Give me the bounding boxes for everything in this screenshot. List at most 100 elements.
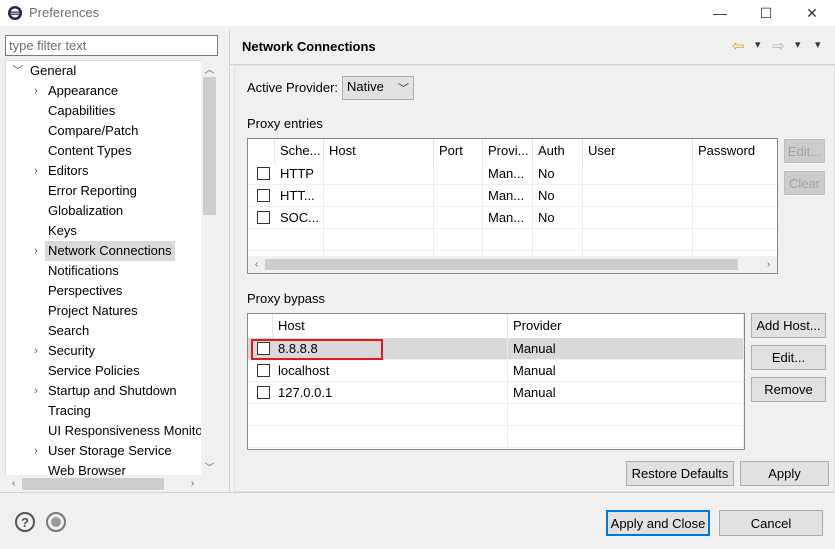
- tree-item-label: Error Reporting: [48, 183, 137, 198]
- scroll-left-icon[interactable]: ‹: [248, 256, 265, 273]
- tree-item[interactable]: UI Responsiveness Monito: [6, 421, 203, 441]
- table-cell: Man...: [483, 163, 533, 185]
- tree-item[interactable]: Globalization: [6, 201, 202, 221]
- view-menu-icon[interactable]: ▾: [815, 38, 821, 51]
- help-icon[interactable]: ?: [15, 512, 35, 532]
- add-host-button[interactable]: Add Host...: [751, 313, 826, 338]
- tree-item[interactable]: ﹀ General: [6, 61, 202, 81]
- remove-button[interactable]: Remove: [751, 377, 826, 402]
- entries-horizontal-scrollbar[interactable]: ‹ ›: [248, 256, 777, 273]
- expand-arrow-icon[interactable]: ›: [30, 441, 42, 461]
- filter-input[interactable]: [5, 35, 218, 56]
- back-icon[interactable]: ⇦: [732, 37, 745, 55]
- tree-item[interactable]: › Editors: [6, 161, 202, 181]
- tree-item-label: User Storage Service: [48, 443, 172, 458]
- scroll-right-icon[interactable]: ›: [184, 475, 201, 492]
- table-row[interactable]: SOC... Man... No: [248, 207, 777, 229]
- empty-row: [248, 404, 744, 426]
- column-header[interactable]: Sche...: [275, 139, 324, 163]
- proxy-bypass-table[interactable]: Host Provider 8.8.8.8 Manual localhost Manual…: [247, 313, 745, 450]
- entries-scroll-thumb[interactable]: [265, 259, 738, 270]
- scroll-up-icon[interactable]: ︿: [201, 60, 218, 77]
- tree-item-label: UI Responsiveness Monito: [48, 423, 203, 438]
- row-checkbox[interactable]: [257, 167, 270, 180]
- scroll-left-icon[interactable]: ‹: [5, 475, 22, 492]
- close-button[interactable]: ✕: [789, 0, 835, 26]
- cancel-button[interactable]: Cancel: [719, 510, 823, 536]
- empty-cell: [275, 229, 324, 251]
- preferences-tree[interactable]: ﹀ General › Appearance Capabilities Compare/P…: [5, 60, 218, 492]
- table-cell: [434, 185, 483, 207]
- empty-cell: [434, 229, 483, 251]
- tree-item[interactable]: Keys: [6, 221, 202, 241]
- column-header[interactable]: Provider: [508, 314, 744, 338]
- expand-arrow-icon[interactable]: ›: [30, 81, 42, 101]
- table-row[interactable]: HTTP Man... No: [248, 163, 777, 185]
- row-checkbox[interactable]: [257, 211, 270, 224]
- expand-arrow-icon[interactable]: ›: [30, 161, 42, 181]
- tree-item-label: Editors: [48, 163, 89, 178]
- proxy-entries-table[interactable]: Sche... Host Port Provi... Auth User Password H…: [247, 138, 778, 274]
- forward-icon[interactable]: ⇨: [772, 37, 785, 55]
- scroll-right-icon[interactable]: ›: [760, 256, 777, 273]
- tree-vertical-scroll-thumb[interactable]: [203, 77, 216, 215]
- column-header-checkbox[interactable]: [248, 314, 273, 338]
- entries-clear-button[interactable]: Clear: [784, 171, 825, 195]
- expand-arrow-icon[interactable]: ›: [30, 381, 42, 401]
- eclipse-app-icon: [7, 5, 23, 21]
- tree-item[interactable]: › Appearance: [6, 81, 202, 101]
- column-header[interactable]: Password: [693, 139, 777, 163]
- empty-row: [248, 426, 744, 448]
- tree-item[interactable]: Capabilities: [6, 101, 202, 121]
- row-checkbox[interactable]: [257, 364, 270, 377]
- record-macro-icon[interactable]: [46, 512, 66, 532]
- table-row[interactable]: 127.0.0.1 Manual: [248, 382, 744, 404]
- forward-dropdown-icon[interactable]: ▾: [795, 38, 801, 51]
- apply-and-close-button[interactable]: Apply and Close: [606, 510, 710, 536]
- column-header[interactable]: Host: [324, 139, 434, 163]
- minimize-button[interactable]: —: [697, 0, 743, 26]
- tree-item[interactable]: › Security: [6, 341, 202, 361]
- column-header[interactable]: Host: [273, 314, 508, 338]
- table-row[interactable]: localhost Manual: [248, 360, 744, 382]
- tree-horizontal-scroll-thumb[interactable]: [22, 478, 164, 490]
- row-checkbox[interactable]: [257, 386, 270, 399]
- tree-item[interactable]: › Network Connections: [6, 241, 202, 261]
- empty-cell: [693, 229, 777, 251]
- expand-arrow-icon[interactable]: ›: [30, 241, 42, 261]
- tree-item[interactable]: Service Policies: [6, 361, 202, 381]
- tree-item-label: Keys: [48, 223, 77, 238]
- tree-item[interactable]: Notifications: [6, 261, 202, 281]
- tree-item[interactable]: Content Types: [6, 141, 202, 161]
- table-cell: No: [533, 185, 583, 207]
- table-row[interactable]: HTT... Man... No: [248, 185, 777, 207]
- column-header[interactable]: Port: [434, 139, 483, 163]
- tree-item[interactable]: › Startup and Shutdown: [6, 381, 202, 401]
- tree-item[interactable]: Error Reporting: [6, 181, 202, 201]
- table-cell: [434, 163, 483, 185]
- tree-item[interactable]: › User Storage Service: [6, 441, 202, 461]
- scroll-down-icon[interactable]: ﹀: [201, 458, 218, 475]
- expand-arrow-icon[interactable]: ›: [30, 341, 42, 361]
- table-cell: No: [533, 207, 583, 229]
- tree-item[interactable]: Perspectives: [6, 281, 202, 301]
- row-checkbox[interactable]: [257, 189, 270, 202]
- restore-defaults-button[interactable]: Restore Defaults: [626, 461, 734, 486]
- highlight-box: [251, 339, 383, 360]
- column-header[interactable]: User: [583, 139, 693, 163]
- maximize-button[interactable]: ☐: [743, 0, 789, 26]
- bypass-edit-button[interactable]: Edit...: [751, 345, 826, 370]
- proxy-entries-label: Proxy entries: [247, 116, 323, 131]
- active-provider-select[interactable]: Native ﹀: [342, 76, 414, 100]
- tree-item[interactable]: Search: [6, 321, 202, 341]
- apply-button[interactable]: Apply: [740, 461, 829, 486]
- column-header[interactable]: Auth: [533, 139, 583, 163]
- tree-item[interactable]: Compare/Patch: [6, 121, 202, 141]
- column-header-checkbox[interactable]: [248, 139, 275, 163]
- tree-item[interactable]: Project Natures: [6, 301, 202, 321]
- tree-item[interactable]: Tracing: [6, 401, 202, 421]
- back-dropdown-icon[interactable]: ▾: [755, 38, 761, 51]
- column-header[interactable]: Provi...: [483, 139, 533, 163]
- collapse-arrow-icon[interactable]: ﹀: [12, 61, 24, 81]
- entries-edit-button[interactable]: Edit...: [784, 139, 825, 163]
